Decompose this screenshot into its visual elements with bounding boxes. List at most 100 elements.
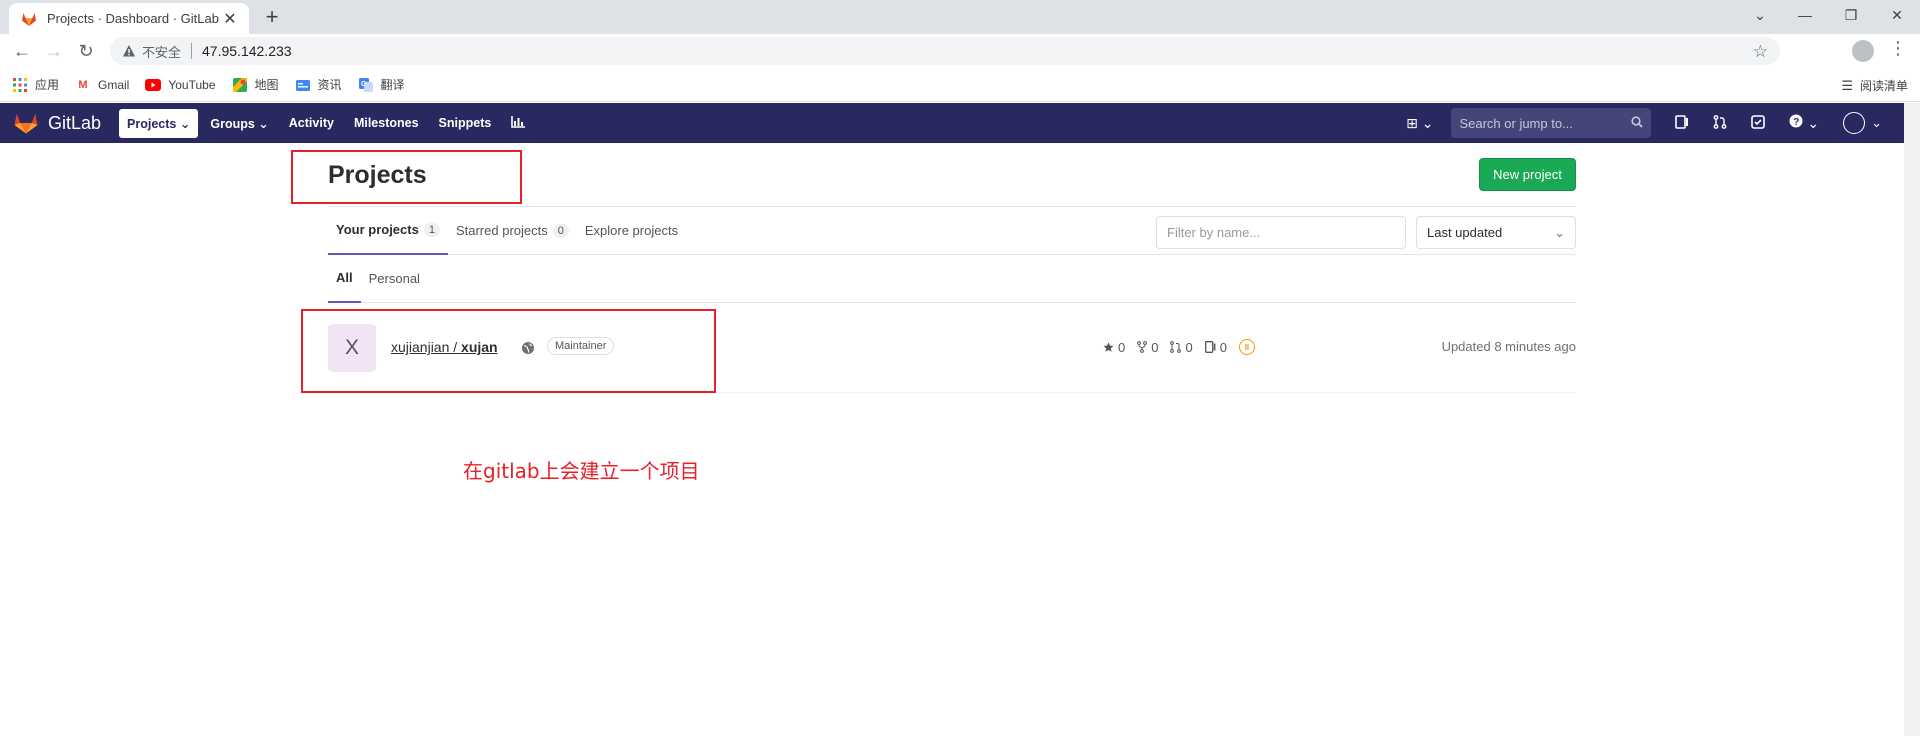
nav-activity[interactable]: Activity (281, 109, 342, 137)
issues-count[interactable]: 0 (1204, 340, 1227, 355)
nav-groups-label: Groups (210, 116, 255, 131)
merge-requests-count[interactable]: 0 (1170, 340, 1193, 355)
bookmark-translate[interactable]: G 翻译 (358, 76, 405, 93)
annotation-note: 在gitlab上会建立一个项目 (463, 459, 700, 483)
minimize-button[interactable]: — (1782, 0, 1828, 30)
merge-request-icon (1170, 341, 1182, 353)
browser-menu-icon[interactable]: ⋮ (1889, 38, 1907, 59)
svg-text:G: G (361, 81, 367, 88)
help-icon[interactable]: ? ⌄ (1789, 114, 1819, 132)
subtab-personal[interactable]: Personal (361, 255, 428, 303)
address-bar[interactable]: 不安全 47.95.142.233 ☆ (110, 37, 1780, 65)
insecure-label: 不安全 (142, 44, 182, 60)
todos-icon[interactable] (1751, 114, 1766, 132)
reload-button[interactable]: ↻ (72, 38, 100, 64)
navbar-right-section: ⊞ ⌄ Search or jump to... ? ⌄ ⌄ (1394, 103, 1904, 143)
gitlab-logo-icon (14, 113, 38, 134)
reading-list-icon: ☰ (1841, 77, 1853, 93)
issues-icon (1204, 341, 1216, 353)
bookmark-gmail[interactable]: M Gmail (75, 77, 129, 93)
profile-avatar-icon[interactable] (1852, 40, 1874, 62)
user-avatar-icon (1843, 112, 1866, 134)
nav-projects-dropdown[interactable]: Projects ⌄ (119, 108, 199, 138)
sort-value: Last updated (1427, 225, 1503, 240)
gitlab-favicon-icon (22, 12, 36, 26)
gitlab-brand-text: GitLab (48, 112, 102, 133)
pipeline-status-paused-icon[interactable]: ll (1238, 339, 1255, 355)
merge-requests-icon[interactable] (1713, 114, 1727, 132)
page-scrollbar[interactable] (1904, 103, 1920, 736)
warning-icon (123, 45, 135, 57)
nav-groups-dropdown[interactable]: Groups ⌄ (202, 109, 276, 138)
forward-button[interactable]: → (40, 38, 68, 64)
annotation-box-project (301, 309, 716, 393)
star-icon (1103, 341, 1114, 352)
stars-count[interactable]: 0 (1103, 340, 1125, 355)
chevron-down-icon: ⌄ (1871, 115, 1882, 130)
bookmark-label: 应用 (35, 78, 60, 92)
bookmark-star-icon[interactable]: ☆ (1753, 42, 1768, 62)
chevron-down-icon: ⌄ (258, 116, 269, 131)
stars-value: 0 (1118, 339, 1126, 355)
forks-count[interactable]: 0 (1137, 340, 1158, 355)
bookmark-maps[interactable]: 地图 (232, 76, 279, 93)
chevron-down-icon: ⌄ (179, 116, 191, 131)
bookmark-label: Gmail (98, 77, 130, 92)
bookmark-label: YouTube (168, 77, 216, 92)
nav-snippets[interactable]: Snippets (431, 109, 500, 137)
restore-button[interactable]: ❐ (1828, 0, 1874, 30)
tab-your-projects[interactable]: Your projects 1 (328, 207, 448, 255)
global-search-input[interactable]: Search or jump to... (1451, 108, 1652, 138)
analytics-chart-icon[interactable] (503, 109, 533, 138)
nav-milestones[interactable]: Milestones (346, 109, 427, 137)
filter-by-name-input[interactable]: Filter by name... (1156, 216, 1406, 249)
user-menu[interactable]: ⌄ (1831, 112, 1882, 134)
updated-timestamp: Updated 8 minutes ago (1441, 339, 1576, 354)
bookmark-news[interactable]: 资讯 (295, 76, 342, 93)
nav-projects-label: Projects (127, 116, 177, 131)
sort-dropdown[interactable]: Last updated ⌄ (1416, 216, 1576, 249)
apps-grid-icon (12, 77, 28, 93)
bookmark-apps[interactable]: 应用 (12, 76, 59, 93)
count-badge: 1 (423, 222, 440, 237)
reading-list-label: 阅读清单 (1859, 79, 1908, 93)
tab-starred-projects[interactable]: Starred projects 0 (448, 207, 577, 255)
new-project-button[interactable]: New project (1479, 158, 1576, 191)
bookmark-label: 翻译 (380, 78, 405, 92)
maps-icon (232, 77, 248, 93)
gmail-icon: M (78, 78, 88, 91)
annotation-box-title (291, 150, 522, 204)
omnibox-separator (191, 43, 193, 59)
tab-explore-projects[interactable]: Explore projects (577, 207, 686, 255)
projects-tabs: Your projects 1 Starred projects 0 Explo… (328, 207, 1576, 255)
tab-title: Projects · Dashboard · GitLab (47, 11, 219, 26)
back-button[interactable]: ← (8, 38, 36, 64)
reading-list-button[interactable]: ☰ 阅读清单 (1841, 77, 1908, 94)
bookmark-label: 资讯 (317, 78, 342, 92)
search-placeholder: Search or jump to... (1459, 115, 1573, 131)
close-window-button[interactable]: ✕ (1874, 0, 1920, 30)
issues-icon[interactable] (1675, 114, 1689, 132)
tab-close-icon[interactable]: ✕ (221, 9, 239, 29)
translate-icon: G (358, 77, 374, 93)
new-item-plus-icon[interactable]: ⊞ ⌄ (1406, 115, 1433, 132)
gitlab-navbar: GitLab Projects ⌄ Groups ⌄ Activity Mile… (0, 103, 1904, 143)
browser-tabstrip: Projects · Dashboard · GitLab ✕ + ⌄ — ❐ … (0, 0, 1920, 34)
news-icon (295, 77, 311, 93)
subtab-all[interactable]: All (328, 255, 361, 303)
url-text: 47.95.142.233 (202, 43, 292, 59)
tab-label: Starred projects (455, 223, 548, 238)
tab-search-icon[interactable]: ⌄ (1737, 0, 1783, 30)
tab-label: Your projects (336, 222, 419, 237)
svg-text:?: ? (1794, 117, 1800, 128)
browser-tab[interactable]: Projects · Dashboard · GitLab ✕ (9, 3, 249, 34)
bookmarks-bar: 应用 M Gmail YouTube 地图 资讯 G 翻译 ☰ 阅读清单 (0, 68, 1920, 102)
youtube-icon (145, 77, 162, 93)
bookmark-youtube[interactable]: YouTube (145, 77, 216, 93)
chevron-down-icon: ⌄ (1554, 224, 1565, 240)
new-tab-button[interactable]: + (258, 4, 286, 30)
fork-icon (1137, 341, 1148, 353)
gitlab-home-link[interactable]: GitLab (14, 112, 101, 134)
count-badge: 0 (552, 223, 569, 238)
project-stats: 0 0 0 0 ll (1103, 339, 1255, 355)
